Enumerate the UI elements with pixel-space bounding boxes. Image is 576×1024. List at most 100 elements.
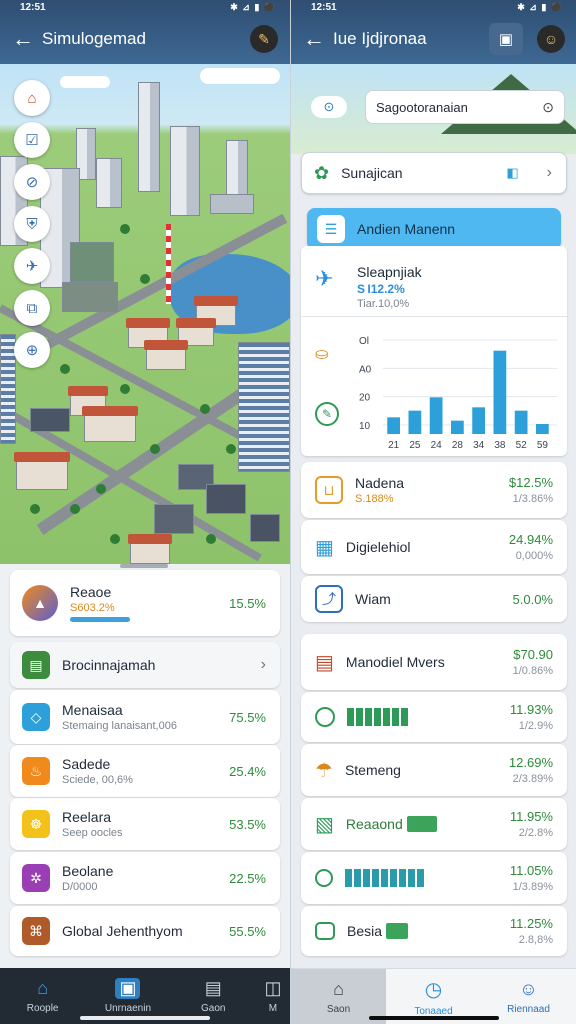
value-sub: 1/2.9% (518, 720, 553, 732)
item-value: 24.94% 0,000% (509, 532, 553, 562)
active-item[interactable]: ☰ Andien Manenn (307, 208, 561, 250)
map-icon: ⌘ (22, 917, 50, 945)
office-building (62, 282, 118, 312)
house (14, 452, 70, 490)
checklist-icon[interactable]: ☑ (14, 122, 50, 158)
item-value: 22.5% (229, 870, 266, 886)
bar[interactable] (387, 417, 400, 434)
list-item-brochure[interactable]: ▤ Brocinnajamah › (10, 642, 280, 688)
tree (120, 224, 130, 234)
list-item-nadena[interactable]: ⊔ Nadena S.188% $12.5% 1/3.86% (301, 462, 567, 518)
nav-home[interactable]: ⌂ Roople (0, 968, 85, 1024)
clock-icon[interactable]: ⊙ (542, 99, 554, 116)
edit-tool-icon[interactable]: ✎ (250, 25, 278, 53)
item-value: 11.95% 2/2.8% (510, 809, 553, 839)
house (82, 406, 138, 442)
bar[interactable] (536, 424, 549, 434)
wallet-icon (315, 922, 335, 940)
bar[interactable] (514, 410, 528, 434)
list-item-reelara[interactable]: ☸ Reelara Seep oocles 53.5% (10, 798, 280, 850)
cloud (200, 68, 280, 84)
layers-icon[interactable]: ⧉ (14, 290, 50, 326)
item-value: 11.93% 1/2.9% (510, 702, 553, 732)
item-value: 75.5% (229, 709, 266, 725)
building-icon: ▦ (315, 536, 334, 559)
list-item-digital[interactable]: ▦ Digielehiol 24.94% 0,000% (301, 520, 567, 574)
compass-icon[interactable]: ⊘ (14, 164, 50, 200)
mini-bar-strip (347, 708, 510, 726)
item-title: Global Jehenthyom (62, 923, 183, 939)
item-title: Besia (347, 923, 383, 939)
back-arrow-icon[interactable]: ← (303, 26, 333, 52)
bar[interactable] (451, 420, 464, 434)
sheet-drag-handle[interactable] (120, 564, 168, 568)
value-main: 11.05% (509, 863, 553, 878)
location-icon[interactable]: ⊕ (14, 332, 50, 368)
bar[interactable] (429, 397, 443, 434)
list-item-reaaond[interactable]: ▧ Reaaond 11.95% 2/2.8% (301, 798, 567, 850)
avatar[interactable]: ☺ (537, 25, 565, 53)
bar-chart: Ol A0 20 10 21 25 24 28 34 38 52 59 (359, 336, 557, 450)
calendar-icon[interactable]: ▣ (489, 23, 523, 55)
value-sub: 1/3.86% (512, 493, 553, 505)
plane-icon[interactable]: ✈ (14, 248, 50, 284)
list-item-beolane[interactable]: ✲ Beolane D/0000 22.5% (10, 852, 280, 904)
home-icon[interactable]: ⌂ (14, 80, 50, 116)
section-header[interactable]: ✿ Sunajican ◧ › (301, 152, 567, 194)
tree (206, 534, 216, 544)
value-main: 12.69% (508, 755, 553, 770)
calendar-small-icon[interactable]: ◧ (506, 165, 518, 181)
tree (30, 504, 40, 514)
app-logo-icon: ▲ (22, 585, 58, 621)
item-value: 12.69% 2/3.89% (509, 755, 553, 785)
bar[interactable] (408, 410, 422, 434)
status-icons: ✱ ⊿ ▮ ⚫ (517, 1, 563, 12)
home-icon: ⌂ (37, 978, 49, 998)
nav-label: Gaon (201, 1003, 226, 1014)
leaf-icon: ✎ (315, 402, 339, 426)
stats-chart-card[interactable]: ✈ Sleapnjiak S I12.2% Tiar.10,0% ⛀ ✎ Ol A… (301, 246, 567, 456)
tree (200, 404, 210, 414)
map-toolbar: ⌂ ☑ ⊘ ⛨ ✈ ⧉ ⊕ (14, 80, 52, 368)
toggle-icon[interactable]: ⊙ (311, 96, 347, 118)
diamond-icon: ◇ (22, 703, 50, 731)
radio-tower (166, 224, 171, 304)
value-sub: 1/0.86% (512, 665, 553, 677)
list-item-minibars-2[interactable]: 11.05% 1/3.89% (301, 852, 567, 904)
list-item-besia[interactable]: Besia 11.25% 2.8,8% (301, 906, 567, 956)
y-tick-label: Ol (359, 336, 369, 347)
list-item-stemaing[interactable]: ☂ Stemeng 12.69% 2/3.89% (301, 744, 567, 796)
list-item-menaisa[interactable]: ◇ Menaisaa Stemaing lanaisant,006 75.5% (10, 690, 280, 744)
y-tick-label: 20 (359, 393, 371, 404)
x-tick-label: 38 (494, 440, 506, 450)
summary-card[interactable]: ▲ Reaoe S603.2% 15.5% (10, 570, 280, 636)
mini-bar-strip (345, 869, 510, 887)
list-item-manodel[interactable]: ▤ Manodiel Mvers $70.90 1/0.86% (301, 634, 567, 690)
clipboard-icon: ▤ (315, 651, 334, 674)
back-arrow-icon[interactable]: ← (12, 26, 42, 52)
shield-icon[interactable]: ⛨ (14, 206, 50, 242)
tree (110, 534, 120, 544)
tree (226, 444, 236, 454)
list-icon: ☰ (317, 215, 345, 243)
bar[interactable] (493, 350, 507, 434)
item-title: Brocinnajamah (62, 657, 156, 673)
list-item-global[interactable]: ⌘ Global Jehenthyom 55.5% (10, 906, 280, 956)
more-icon: ◫ (264, 978, 282, 998)
bar[interactable] (472, 407, 485, 434)
search-value: Sagootoranaian (376, 99, 468, 115)
nav-label: Roople (26, 1003, 59, 1014)
section-title: Sunajican (341, 165, 403, 181)
list-item-wiam[interactable]: ⤴ Wiam 5.0.0% (301, 576, 567, 622)
y-tick-label: A0 (359, 364, 372, 375)
nav-more[interactable]: ◫ M (256, 968, 290, 1024)
list-item-sodede[interactable]: ♨ Sadede Sciede, 00,6% 25.4% (10, 745, 280, 797)
list-item-minibars-1[interactable]: 11.93% 1/2.9% (301, 692, 567, 742)
search-input[interactable]: Sagootoranaian ⊙ (365, 90, 565, 124)
tree (60, 364, 70, 374)
house (154, 504, 194, 534)
skyscraper (96, 158, 122, 208)
value-sub: 2/3.89% (512, 773, 553, 785)
glass-tower (238, 342, 290, 472)
item-title: Reelara (62, 809, 112, 825)
